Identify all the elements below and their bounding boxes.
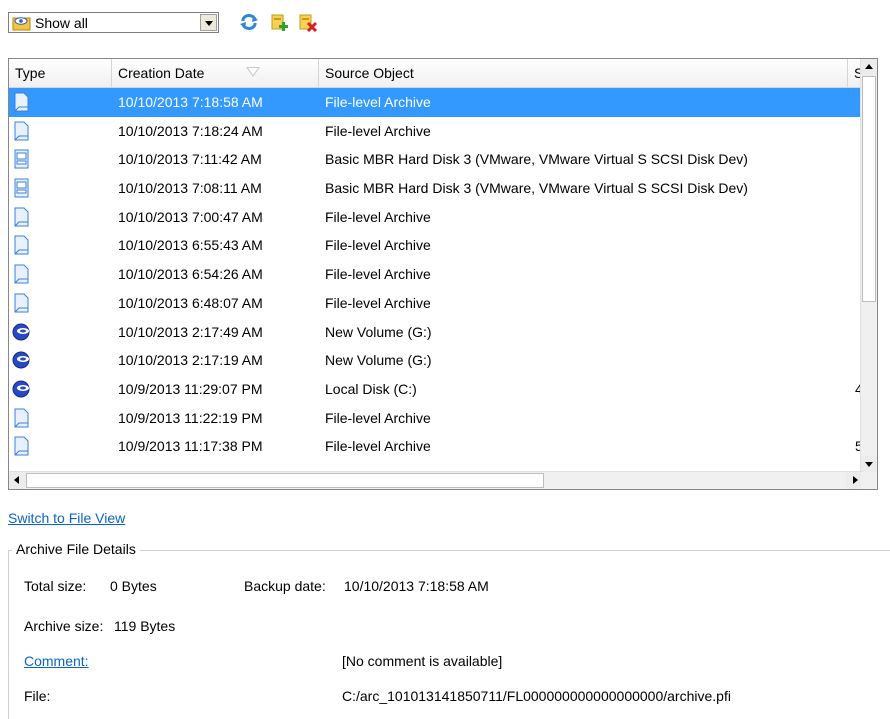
- backup-date-value: 10/10/2013 7:18:58 AM: [344, 578, 489, 594]
- creation-date-cell: 10/9/2013 11:22:19 PM: [118, 409, 263, 426]
- table-row[interactable]: 10/10/2013 6:54:26 AM File-level Archive: [9, 260, 863, 289]
- file-archive-icon: [11, 264, 31, 284]
- creation-date-cell: 10/10/2013 6:55:43 AM: [118, 237, 263, 254]
- creation-date-cell: 10/9/2013 11:17:38 PM: [118, 438, 263, 455]
- details-frame-line: [8, 551, 9, 719]
- creation-date-cell: 10/10/2013 2:17:49 AM: [118, 323, 263, 340]
- table-row[interactable]: 10/9/2013 11:29:07 PM Local Disk (C:) 4: [9, 375, 863, 404]
- vertical-scrollbar[interactable]: [860, 59, 877, 473]
- source-object-cell: File-level Archive: [325, 94, 431, 110]
- table-row[interactable]: 10/10/2013 2:17:49 AM New Volume (G:): [9, 318, 863, 347]
- file-path-value: C:/arc_101013141850711/FL000000000000000…: [342, 688, 731, 704]
- file-archive-icon: [11, 235, 31, 255]
- file-archive-icon: [11, 436, 31, 456]
- show-all-icon: [12, 15, 32, 31]
- scroll-up-arrow-icon[interactable]: [861, 59, 877, 76]
- file-archive-icon: [11, 207, 31, 227]
- creation-date-cell: 10/9/2013 11:29:07 PM: [118, 380, 263, 397]
- file-label: File:: [24, 688, 51, 704]
- add-archive-icon[interactable]: [270, 12, 290, 32]
- table-row[interactable]: 10/10/2013 6:48:07 AM File-level Archive: [9, 289, 863, 318]
- switch-to-file-view-link[interactable]: Switch to File View: [8, 510, 125, 526]
- source-object-cell: New Volume (G:): [325, 323, 432, 340]
- creation-date-cell: 10/10/2013 7:11:42 AM: [118, 151, 262, 168]
- vertical-scroll-thumb[interactable]: [862, 76, 876, 302]
- table-row[interactable]: 10/9/2013 11:17:38 PM File-level Archive 5: [9, 432, 863, 461]
- column-header-source-object[interactable]: Source Object: [319, 59, 848, 87]
- source-object-cell: Basic MBR Hard Disk 3 (VMware, VMware Vi…: [325, 151, 748, 168]
- creation-date-cell: 10/10/2013 2:17:19 AM: [118, 352, 263, 369]
- creation-date-cell: 10/10/2013 6:48:07 AM: [118, 294, 263, 311]
- horizontal-scrollbar[interactable]: [9, 471, 863, 489]
- volume-image-icon: [11, 322, 31, 342]
- file-archive-icon: [11, 121, 31, 141]
- total-size-value: 0 Bytes: [110, 578, 157, 594]
- table-row[interactable]: 10/10/2013 7:18:24 AM File-level Archive: [9, 117, 863, 146]
- delete-archive-icon[interactable]: [298, 12, 318, 32]
- details-legend: Archive File Details: [12, 541, 140, 557]
- creation-date-cell: 10/10/2013 7:08:11 AM: [118, 180, 262, 197]
- file-archive-icon: [11, 293, 31, 313]
- source-object-cell: File-level Archive: [325, 294, 431, 311]
- horizontal-scroll-thumb[interactable]: [26, 473, 544, 488]
- column-header-type[interactable]: Type: [9, 59, 112, 87]
- chevron-down-icon[interactable]: [200, 14, 217, 31]
- creation-date-cell: 10/10/2013 7:00:47 AM: [118, 208, 263, 225]
- volume-image-icon: [11, 379, 31, 399]
- table-row[interactable]: 10/10/2013 6:55:43 AM File-level Archive: [9, 231, 863, 260]
- table-row[interactable]: 10/10/2013 7:11:42 AM Basic MBR Hard Disk…: [9, 145, 863, 174]
- source-object-cell: File-level Archive: [325, 438, 431, 455]
- archive-rows: 10/10/2013 7:18:58 AM File-level Archive 1…: [9, 88, 863, 461]
- archive-size-label: Archive size:: [24, 618, 104, 634]
- source-object-cell: New Volume (G:): [325, 352, 432, 369]
- comment-link[interactable]: Comment:: [24, 653, 89, 669]
- archive-size-value: 119 Bytes: [114, 618, 176, 634]
- archive-file-details: Archive File Details Total size: 0 Bytes…: [8, 541, 890, 719]
- column-header-creation-date-label: Creation Date: [118, 65, 205, 81]
- total-size-label: Total size:: [24, 578, 87, 594]
- table-row[interactable]: 10/10/2013 7:08:11 AM Basic MBR Hard Disk…: [9, 174, 863, 203]
- scrollbar-corner: [861, 472, 877, 489]
- creation-date-cell: 10/10/2013 7:18:58 AM: [118, 94, 263, 110]
- file-archive-icon: [11, 92, 31, 112]
- source-object-cell: File-level Archive: [325, 122, 431, 139]
- volume-image-icon: [11, 350, 31, 370]
- column-header: Type Creation Date Source Object Si: [9, 59, 868, 88]
- scroll-left-arrow-icon[interactable]: [9, 472, 26, 489]
- source-object-cell: File-level Archive: [325, 208, 431, 225]
- table-row[interactable]: 10/10/2013 7:18:58 AM File-level Archive: [9, 88, 863, 117]
- archive-list[interactable]: Type Creation Date Source Object Si 10/1…: [8, 58, 878, 490]
- disk-image-icon: [11, 149, 31, 169]
- comment-value: [No comment is available]: [342, 653, 503, 669]
- source-object-cell: Basic MBR Hard Disk 3 (VMware, VMware Vi…: [325, 180, 748, 197]
- refresh-icon[interactable]: [239, 12, 259, 32]
- disk-image-icon: [11, 178, 31, 198]
- filter-value: Show all: [35, 15, 88, 31]
- source-object-cell: File-level Archive: [325, 266, 431, 283]
- source-object-cell: File-level Archive: [325, 237, 431, 254]
- creation-date-cell: 10/10/2013 6:54:26 AM: [118, 266, 263, 283]
- backup-date-label: Backup date:: [244, 578, 326, 594]
- table-row[interactable]: 10/10/2013 7:00:47 AM File-level Archive: [9, 203, 863, 232]
- scroll-down-arrow-icon[interactable]: [861, 456, 877, 473]
- source-object-cell: File-level Archive: [325, 409, 431, 426]
- source-object-cell: Local Disk (C:): [325, 380, 417, 397]
- filter-dropdown[interactable]: Show all: [8, 12, 219, 33]
- file-archive-icon: [11, 408, 31, 428]
- creation-date-cell: 10/10/2013 7:18:24 AM: [118, 122, 263, 139]
- sort-descending-icon: [246, 67, 260, 77]
- column-header-creation-date[interactable]: Creation Date: [112, 59, 319, 87]
- toolbar: Show all: [8, 8, 428, 36]
- table-row[interactable]: 10/9/2013 11:22:19 PM File-level Archive: [9, 404, 863, 433]
- table-row[interactable]: 10/10/2013 2:17:19 AM New Volume (G:): [9, 346, 863, 375]
